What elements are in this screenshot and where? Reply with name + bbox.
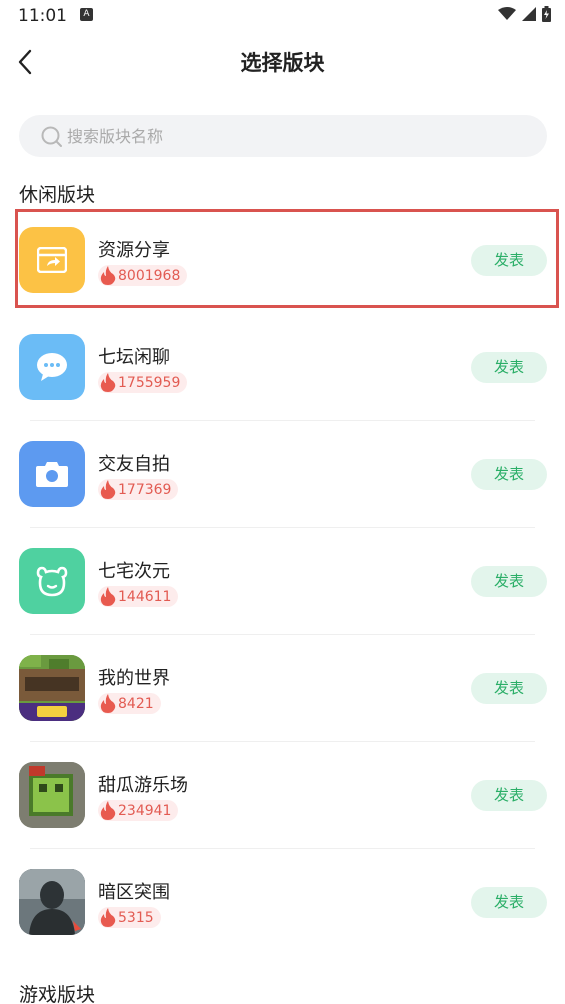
divider <box>30 634 535 635</box>
heat-badge: 1755959 <box>98 372 188 393</box>
signal-icon <box>522 7 536 21</box>
section-title-leisure: 休闲版块 <box>19 184 96 206</box>
forum-name: 七坛闲聊 <box>98 347 170 368</box>
bear-face-icon <box>19 548 85 614</box>
heat-count: 177369 <box>118 481 172 498</box>
post-button[interactable]: 发表 <box>471 566 547 597</box>
forum-name: 我的世界 <box>98 668 170 689</box>
status-bar: 11:01 A <box>0 0 565 32</box>
forum-name: 交友自拍 <box>98 454 170 475</box>
soldier-portrait-icon <box>19 869 85 935</box>
heat-badge: 177369 <box>98 479 179 500</box>
heat-badge: 144611 <box>98 586 179 607</box>
status-icons <box>498 6 551 22</box>
flame-icon <box>100 801 116 820</box>
flame-icon <box>100 373 116 392</box>
flame-icon <box>100 694 116 713</box>
divider <box>30 741 535 742</box>
minecraft-logo-icon <box>19 655 85 721</box>
forum-name: 甜瓜游乐场 <box>98 775 188 796</box>
post-button[interactable]: 发表 <box>471 887 547 918</box>
forum-item-minecraft[interactable]: 我的世界 8421 发表 <box>0 636 565 743</box>
divider <box>30 527 535 528</box>
heat-count: 234941 <box>118 802 172 819</box>
wifi-icon <box>498 7 516 20</box>
post-button[interactable]: 发表 <box>471 352 547 383</box>
heat-badge: 5315 <box>98 907 161 928</box>
heat-count: 1755959 <box>118 374 181 391</box>
heat-count: 144611 <box>118 588 172 605</box>
flame-icon <box>100 908 116 927</box>
search-input[interactable] <box>67 115 517 157</box>
forum-item-chat[interactable]: 七坛闲聊 1755959 发表 <box>0 315 565 422</box>
divider <box>30 420 535 421</box>
status-time: 11:01 <box>18 6 67 26</box>
heat-badge: 8421 <box>98 693 161 714</box>
camera-icon <box>19 441 85 507</box>
melon-playground-icon <box>19 762 85 828</box>
notification-badge: A <box>80 8 93 21</box>
search-icon <box>41 126 62 147</box>
forum-name: 暗区突围 <box>98 882 170 903</box>
forum-item-melon-playground[interactable]: 甜瓜游乐场 234941 发表 <box>0 743 565 850</box>
chat-bubble-icon <box>19 334 85 400</box>
post-button[interactable]: 发表 <box>471 459 547 490</box>
flame-icon <box>100 480 116 499</box>
heat-count: 8421 <box>118 695 154 712</box>
forum-item-arena-breakout[interactable]: 暗区突围 5315 发表 <box>0 850 565 957</box>
post-button[interactable]: 发表 <box>471 673 547 704</box>
flame-icon <box>100 587 116 606</box>
forum-item-selfie[interactable]: 交友自拍 177369 发表 <box>0 422 565 529</box>
divider <box>30 848 535 849</box>
section-title-games: 游戏版块 <box>19 984 96 1004</box>
heat-badge: 234941 <box>98 800 179 821</box>
header: 选择版块 <box>0 32 565 92</box>
selection-highlight <box>15 209 559 308</box>
forum-item-otaku[interactable]: 七宅次元 144611 发表 <box>0 529 565 636</box>
battery-icon <box>542 6 551 22</box>
page-title: 选择版块 <box>240 51 325 75</box>
post-button[interactable]: 发表 <box>471 780 547 811</box>
forum-name: 七宅次元 <box>98 561 170 582</box>
search-bar[interactable] <box>19 115 547 157</box>
heat-count: 5315 <box>118 909 154 926</box>
